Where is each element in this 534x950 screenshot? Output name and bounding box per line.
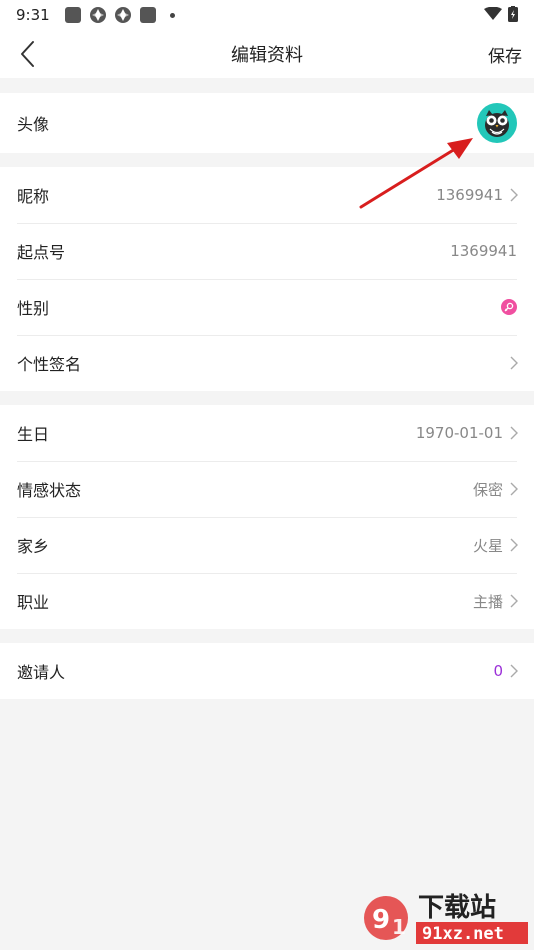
chevron-right-icon — [510, 664, 518, 678]
inviter-label: 邀请人 — [17, 663, 66, 682]
relationship-label: 情感状态 — [17, 481, 82, 500]
more-notifications-dot — [169, 12, 175, 18]
occupation-value: 主播 — [472, 592, 503, 611]
occupation-label: 职业 — [17, 593, 50, 612]
birthday-label: 生日 — [17, 425, 50, 444]
watermark-bottom-text: 91xz.net — [422, 924, 504, 944]
basic-info-section: 昵称 1369941 起点号 1369941 性别 个性签名 — [0, 167, 534, 391]
chevron-right-icon — [510, 356, 518, 370]
signature-label: 个性签名 — [17, 355, 82, 374]
birthday-row[interactable]: 生日 1970-01-01 — [0, 405, 534, 461]
chevron-right-icon — [510, 594, 518, 608]
watermark-top-text: 下载站 — [418, 893, 496, 923]
notification-flower-icon-2 — [114, 7, 131, 23]
svg-text:1: 1 — [392, 915, 406, 939]
notification-square-icon — [139, 7, 156, 23]
avatar-row[interactable]: 头像 — [0, 93, 534, 153]
top-app-bar: 编辑资料 保存 — [0, 30, 534, 78]
chevron-right-icon — [510, 426, 518, 440]
notification-app-icon — [64, 7, 81, 23]
nickname-row[interactable]: 昵称 1369941 — [0, 167, 534, 223]
save-button[interactable]: 保存 — [488, 42, 522, 67]
relationship-row[interactable]: 情感状态 保密 — [0, 461, 534, 517]
hometown-value: 火星 — [472, 536, 503, 555]
relationship-value: 保密 — [472, 480, 503, 499]
site-watermark-logo: 9 1 下载站 91xz.net — [364, 893, 528, 944]
page-title: 编辑资料 — [231, 45, 303, 66]
personal-details-section: 生日 1970-01-01 情感状态 保密 家乡 火星 职业 主播 — [0, 405, 534, 629]
hometown-label: 家乡 — [17, 537, 50, 556]
gender-row[interactable]: 性别 — [0, 279, 534, 335]
inviter-row[interactable]: 邀请人 0 — [0, 643, 534, 699]
chevron-right-icon — [510, 482, 518, 496]
qidian-id-value: 1369941 — [450, 242, 517, 260]
chevron-right-icon — [510, 188, 518, 202]
avatar[interactable] — [477, 103, 517, 143]
status-time: 9:31 — [16, 6, 50, 24]
status-bar: 9:31 — [0, 0, 534, 30]
nickname-value: 1369941 — [436, 186, 503, 204]
battery-icon — [508, 6, 518, 22]
occupation-row[interactable]: 职业 主播 — [0, 573, 534, 629]
wifi-icon — [484, 7, 502, 20]
hometown-row[interactable]: 家乡 火星 — [0, 517, 534, 573]
notification-flower-icon — [89, 7, 106, 23]
svg-text:9: 9 — [372, 905, 390, 935]
qidian-id-row: 起点号 1369941 — [0, 223, 534, 279]
qidian-id-label: 起点号 — [17, 243, 66, 262]
back-arrow-icon[interactable] — [14, 38, 44, 70]
birthday-value: 1970-01-01 — [415, 424, 503, 442]
female-gender-icon — [501, 299, 517, 315]
inviter-section: 邀请人 0 — [0, 643, 534, 699]
signature-row[interactable]: 个性签名 — [0, 335, 534, 391]
avatar-section: 头像 — [0, 93, 534, 153]
inviter-count: 0 — [493, 662, 503, 680]
avatar-label: 头像 — [17, 115, 50, 134]
gender-label: 性别 — [17, 299, 50, 318]
chevron-right-icon — [510, 538, 518, 552]
nickname-label: 昵称 — [17, 187, 50, 206]
owl-icon — [485, 110, 509, 137]
